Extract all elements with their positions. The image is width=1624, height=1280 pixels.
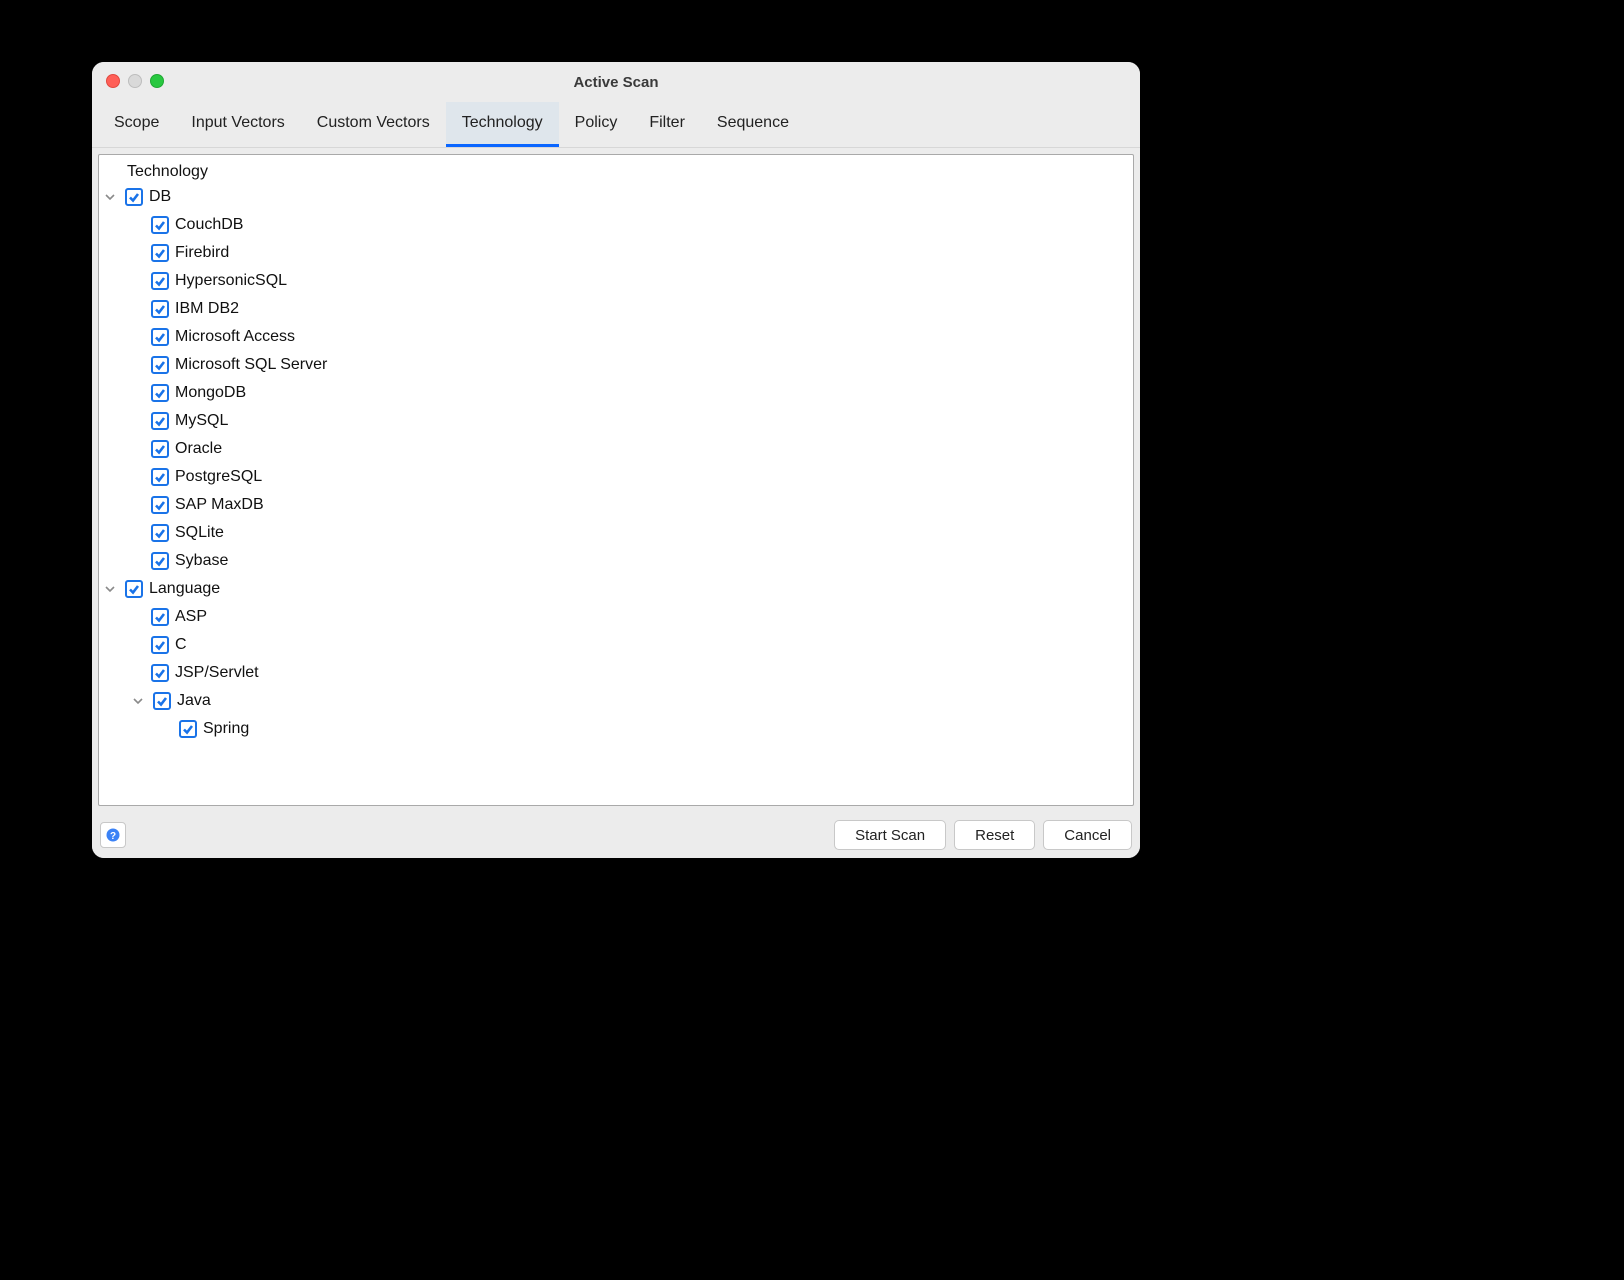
tree-node-label: JSP/Servlet (175, 664, 259, 682)
chevron-down-icon[interactable] (103, 582, 117, 596)
tab-scope[interactable]: Scope (98, 102, 175, 147)
window-title: Active Scan (92, 74, 1140, 91)
svg-text:?: ? (110, 831, 116, 842)
tree-node[interactable]: SAP MaxDB (123, 491, 1125, 519)
tree-node-label: IBM DB2 (175, 300, 239, 318)
dialog-footer: ? Start Scan Reset Cancel (92, 812, 1140, 858)
tree-node[interactable]: PostgreSQL (123, 463, 1125, 491)
tree-node-label: CouchDB (175, 216, 243, 234)
tree-checkbox[interactable] (125, 188, 143, 206)
tree-checkbox[interactable] (151, 272, 169, 290)
tree-checkbox[interactable] (151, 412, 169, 430)
tree-node-label: Oracle (175, 440, 222, 458)
tab-bar: ScopeInput VectorsCustom VectorsTechnolo… (92, 102, 1140, 148)
tree-node-label: Language (149, 580, 220, 598)
tab-input-vectors[interactable]: Input Vectors (175, 102, 300, 147)
tree-node[interactable]: DB (123, 183, 1125, 211)
start-scan-button[interactable]: Start Scan (834, 820, 946, 850)
tree-node[interactable]: Spring (123, 715, 1125, 743)
tab-policy[interactable]: Policy (559, 102, 634, 147)
tree-checkbox[interactable] (151, 384, 169, 402)
tree-node[interactable]: JSP/Servlet (123, 659, 1125, 687)
tree-node[interactable]: Java (123, 687, 1125, 715)
tree-node-label: SQLite (175, 524, 224, 542)
tree-node[interactable]: MySQL (123, 407, 1125, 435)
tree-node[interactable]: IBM DB2 (123, 295, 1125, 323)
tree-checkbox[interactable] (151, 552, 169, 570)
tree-node[interactable]: Oracle (123, 435, 1125, 463)
active-scan-dialog: Active Scan ScopeInput VectorsCustom Vec… (92, 62, 1140, 858)
chevron-down-icon[interactable] (131, 694, 145, 708)
tree-node[interactable]: Language (123, 575, 1125, 603)
chevron-down-icon[interactable] (103, 190, 117, 204)
zoom-window-button[interactable] (150, 74, 164, 88)
tree-node-label: MongoDB (175, 384, 246, 402)
tree-node-label: MySQL (175, 412, 228, 430)
tree-node-label: Sybase (175, 552, 228, 570)
tree-node-label: DB (149, 188, 171, 206)
tree-node-label: SAP MaxDB (175, 496, 264, 514)
tree-node[interactable]: HypersonicSQL (123, 267, 1125, 295)
tree-node[interactable]: Microsoft Access (123, 323, 1125, 351)
close-window-button[interactable] (106, 74, 120, 88)
tree-checkbox[interactable] (151, 440, 169, 458)
help-button[interactable]: ? (100, 822, 126, 848)
tree-node-label: Firebird (175, 244, 229, 262)
tree-checkbox[interactable] (153, 692, 171, 710)
tree-node[interactable]: CouchDB (123, 211, 1125, 239)
tree-node-label: PostgreSQL (175, 468, 262, 486)
tree-checkbox[interactable] (151, 300, 169, 318)
tab-filter[interactable]: Filter (633, 102, 701, 147)
tree-checkbox[interactable] (151, 664, 169, 682)
tree-checkbox[interactable] (151, 216, 169, 234)
titlebar: Active Scan (92, 62, 1140, 102)
window-controls (106, 74, 164, 88)
tab-sequence[interactable]: Sequence (701, 102, 805, 147)
tab-technology[interactable]: Technology (446, 102, 559, 147)
tree-node-label: HypersonicSQL (175, 272, 287, 290)
tree-node-label: Microsoft SQL Server (175, 356, 327, 374)
tree-node[interactable]: C (123, 631, 1125, 659)
reset-button[interactable]: Reset (954, 820, 1035, 850)
tree-node[interactable]: Sybase (123, 547, 1125, 575)
tree-node-label: ASP (175, 608, 207, 626)
tree-node[interactable]: Microsoft SQL Server (123, 351, 1125, 379)
tree-checkbox[interactable] (151, 496, 169, 514)
tree-node[interactable]: SQLite (123, 519, 1125, 547)
tree-node-label: Spring (203, 720, 249, 738)
tree-node-label: Java (177, 692, 211, 710)
tree-checkbox[interactable] (179, 720, 197, 738)
tree-node[interactable]: MongoDB (123, 379, 1125, 407)
tree-node-label: Microsoft Access (175, 328, 295, 346)
tab-custom-vectors[interactable]: Custom Vectors (301, 102, 446, 147)
tree-node-label: C (175, 636, 187, 654)
tree-checkbox[interactable] (151, 524, 169, 542)
technology-tree[interactable]: Technology DBCouchDB Firebird HypersonicSQL… (99, 155, 1133, 805)
technology-panel: Technology DBCouchDB Firebird HypersonicSQL… (98, 154, 1134, 806)
tree-checkbox[interactable] (151, 356, 169, 374)
minimize-window-button[interactable] (128, 74, 142, 88)
tree-checkbox[interactable] (151, 244, 169, 262)
tree-root-label: Technology (123, 161, 1125, 183)
tree-checkbox[interactable] (151, 468, 169, 486)
help-icon: ? (105, 827, 121, 843)
tree-checkbox[interactable] (151, 608, 169, 626)
tree-node[interactable]: Firebird (123, 239, 1125, 267)
tree-checkbox[interactable] (151, 328, 169, 346)
tree-checkbox[interactable] (151, 636, 169, 654)
tree-node[interactable]: ASP (123, 603, 1125, 631)
tree-checkbox[interactable] (125, 580, 143, 598)
cancel-button[interactable]: Cancel (1043, 820, 1132, 850)
